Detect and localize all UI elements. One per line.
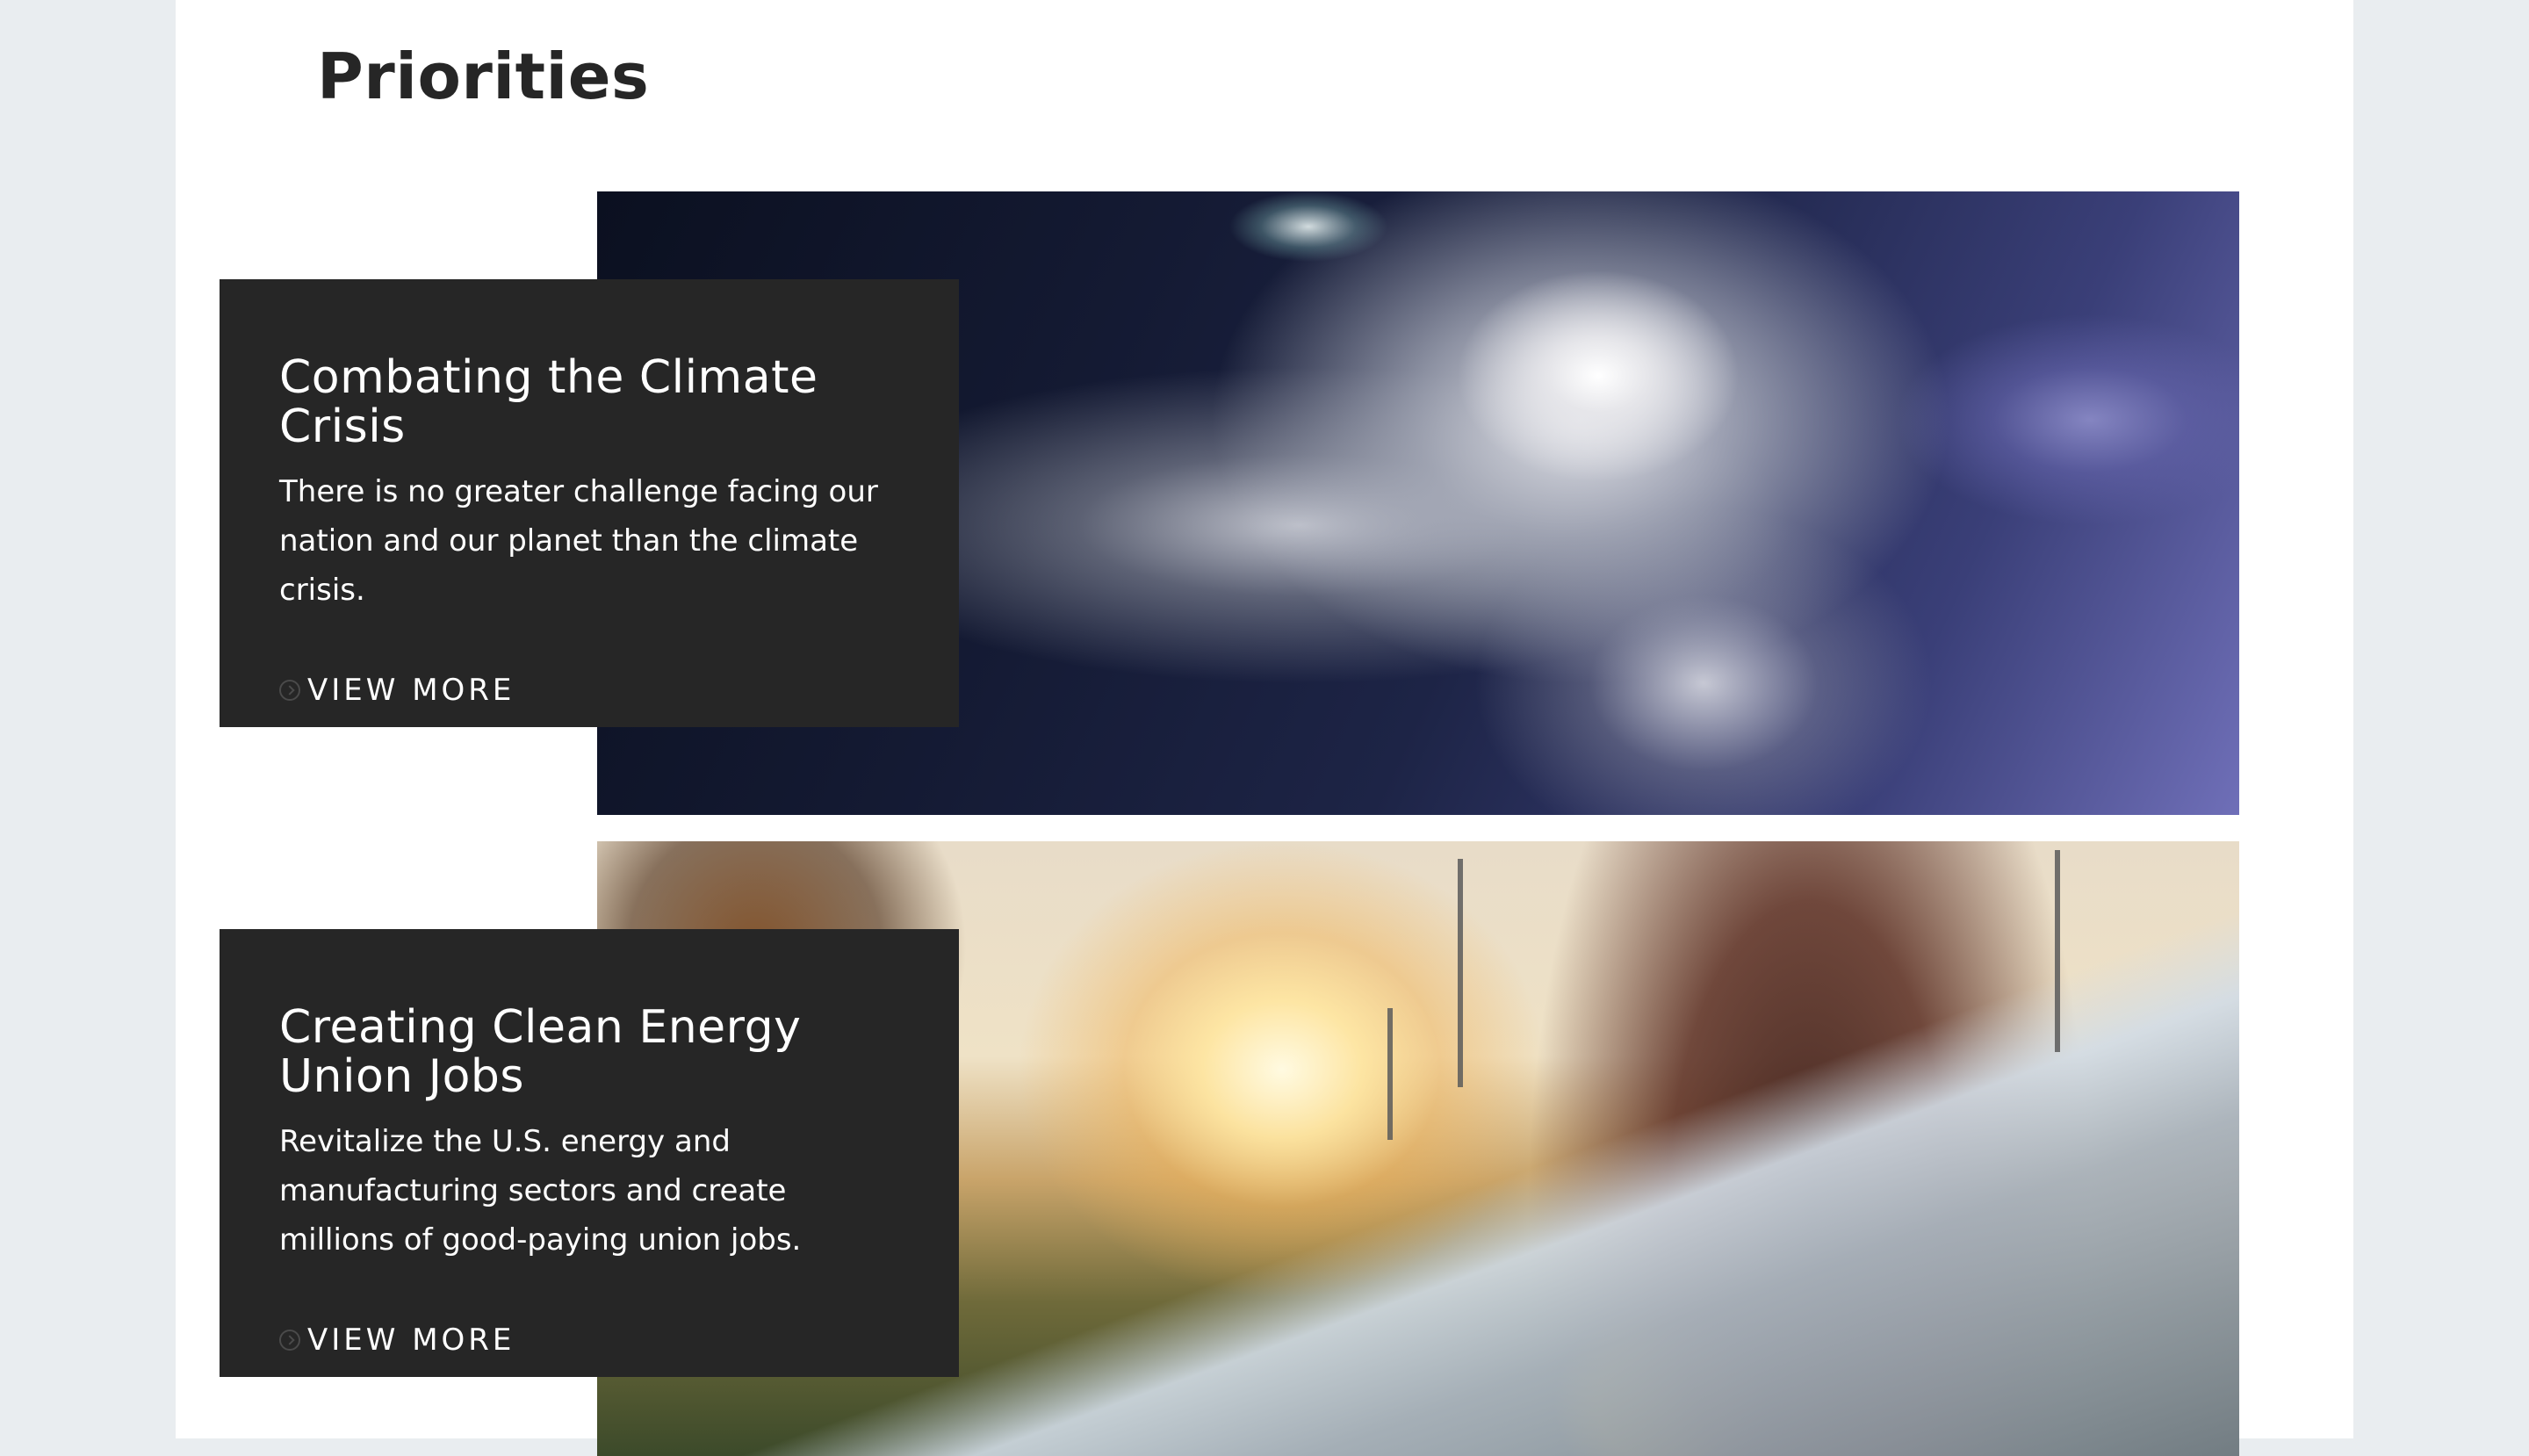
page-title: Priorities: [317, 40, 650, 113]
card-title: Creating Clean Energy Union Jobs: [279, 1001, 802, 1103]
page-container: Priorities Combating the Climate Crisis …: [176, 0, 2353, 1456]
wind-turbine-shape: [1458, 859, 1463, 1087]
card-description: Revitalize the U.S. energy and manufactu…: [279, 1124, 802, 1258]
chevron-right-circle-icon: [279, 680, 300, 701]
priority-card-energy: Creating Clean Energy Union Jobs Revital…: [176, 841, 2353, 1456]
card-description: There is no greater challenge facing our…: [279, 474, 878, 608]
priority-card-content: Combating the Climate Crisis There is no…: [220, 279, 959, 727]
view-more-link[interactable]: VIEW MORE: [279, 673, 515, 708]
card-title: Combating the Climate Crisis: [279, 351, 818, 453]
view-more-label: VIEW MORE: [307, 1323, 515, 1358]
priority-card-content: Creating Clean Energy Union Jobs Revital…: [220, 929, 959, 1377]
view-more-label: VIEW MORE: [307, 673, 515, 708]
wind-turbine-shape: [2055, 850, 2060, 1052]
chevron-right-circle-icon: [279, 1330, 300, 1351]
wind-turbine-shape: [1387, 1008, 1393, 1140]
priority-card-climate: Combating the Climate Crisis There is no…: [176, 191, 2353, 815]
view-more-link[interactable]: VIEW MORE: [279, 1323, 515, 1358]
